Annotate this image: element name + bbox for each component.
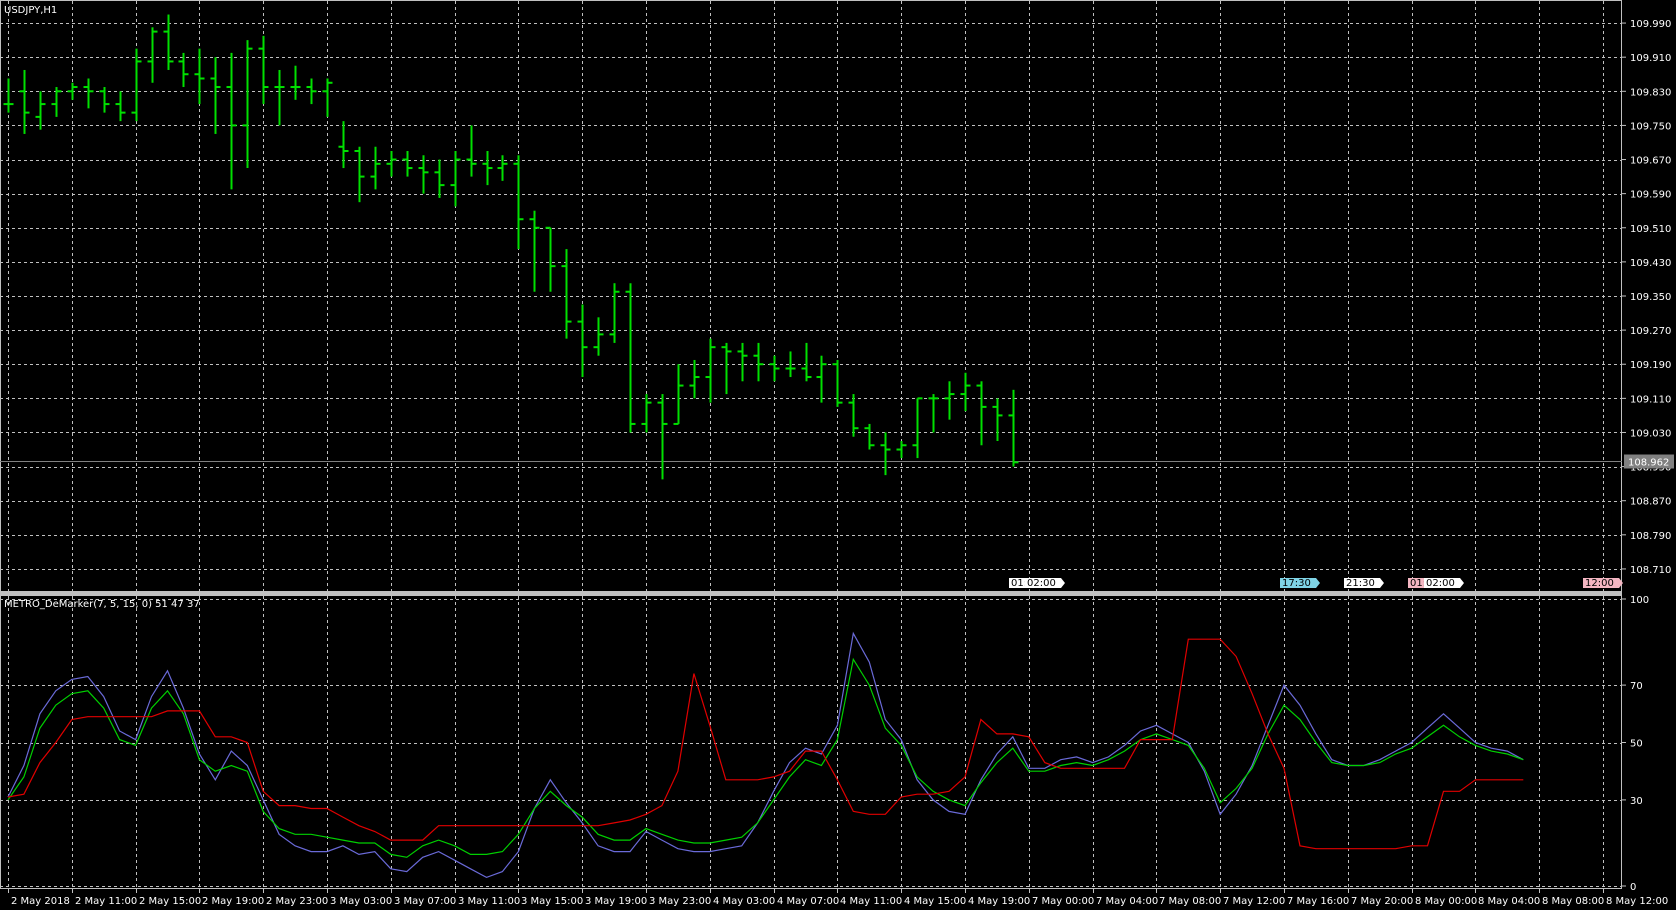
event-marker[interactable]: 17:30 <box>1280 578 1320 589</box>
chart-symbol-title: USDJPY,H1 <box>4 5 57 16</box>
time-axis-label: 4 May 03:00 <box>713 896 775 907</box>
time-axis-label: 3 May 15:00 <box>521 896 583 907</box>
time-axis-label: 7 May 04:00 <box>1096 896 1158 907</box>
price-axis-label: 109.510 <box>1630 224 1671 235</box>
time-axis-label: 3 May 23:00 <box>649 896 711 907</box>
time-axis-label: 8 May 04:00 <box>1478 896 1540 907</box>
price-axis-label: 109.590 <box>1630 190 1671 201</box>
price-axis-label: 109.670 <box>1630 156 1671 167</box>
event-marker-label: 01: <box>1011 578 1027 589</box>
indicator-axis-label: 0 <box>1630 882 1636 893</box>
price-axis-label: 109.910 <box>1630 53 1671 64</box>
time-axis-label: 2 May 2018 <box>11 896 70 907</box>
time-axis-label: 8 May 00:00 <box>1415 896 1477 907</box>
event-marker-label: 01: <box>1410 578 1426 589</box>
event-marker[interactable]: 02:00 <box>1424 578 1464 589</box>
price-axis-label: 109.190 <box>1630 360 1671 371</box>
indicator-axis-label: 30 <box>1630 796 1643 807</box>
time-axis-label: 2 May 23:00 <box>266 896 328 907</box>
time-axis-label: 2 May 11:00 <box>75 896 137 907</box>
event-marker[interactable]: 12:00 <box>1583 578 1623 589</box>
bid-price-label: 108.962 <box>1628 458 1669 469</box>
price-axis-label: 109.990 <box>1630 19 1671 30</box>
time-axis-label: 7 May 12:00 <box>1223 896 1285 907</box>
time-axis-label: 8 May 08:00 <box>1542 896 1604 907</box>
price-axis-label: 109.270 <box>1630 326 1671 337</box>
chart-window[interactable]: 109.990 109.910 109.830 109.750 109.670 109.5… <box>0 0 1676 910</box>
indicator-axis-label: 100 <box>1630 595 1649 606</box>
indicator-title: METRO_DeMarker(7, 5, 15, 0) 51 47 37 <box>4 599 200 610</box>
event-marker[interactable]: 02:00 <box>1025 578 1065 589</box>
indicator-axis-label: 50 <box>1630 739 1643 750</box>
time-axis-label: 7 May 20:00 <box>1351 896 1413 907</box>
time-axis-label: 3 May 07:00 <box>394 896 456 907</box>
event-marker-label: 12:00 <box>1585 578 1614 589</box>
price-axis-label: 109.030 <box>1630 428 1671 439</box>
time-axis-label: 4 May 07:00 <box>777 896 839 907</box>
time-axis-label: 2 May 19:00 <box>202 896 264 907</box>
time-axis-label: 8 May 12:00 <box>1606 896 1668 907</box>
price-axis-label: 109.830 <box>1630 87 1671 98</box>
price-axis-label: 108.710 <box>1630 565 1671 576</box>
time-axis-label: 3 May 19:00 <box>585 896 647 907</box>
price-axis-label: 109.750 <box>1630 121 1671 132</box>
time-axis-label: 4 May 11:00 <box>840 896 902 907</box>
time-axis-label: 7 May 00:00 <box>1032 896 1094 907</box>
price-axis-label: 108.870 <box>1630 497 1671 508</box>
event-marker-label: 21:30 <box>1346 578 1375 589</box>
price-axis-label: 108.790 <box>1630 531 1671 542</box>
price-axis-label: 109.430 <box>1630 258 1671 269</box>
event-marker[interactable]: 21:30 <box>1344 578 1384 589</box>
event-marker-label: 02:00 <box>1027 578 1056 589</box>
time-axis-label: 7 May 16:00 <box>1287 896 1349 907</box>
event-marker-label: 17:30 <box>1282 578 1311 589</box>
time-axis-label: 7 May 08:00 <box>1159 896 1221 907</box>
time-axis-label: 4 May 19:00 <box>968 896 1030 907</box>
event-marker-label: 02:00 <box>1426 578 1455 589</box>
time-axis-label: 4 May 15:00 <box>904 896 966 907</box>
time-axis-label: 3 May 11:00 <box>458 896 520 907</box>
price-axis-label: 109.350 <box>1630 292 1671 303</box>
time-axis-label: 2 May 15:00 <box>139 896 201 907</box>
time-axis-label: 3 May 03:00 <box>330 896 392 907</box>
indicator-axis-label: 70 <box>1630 681 1643 692</box>
price-axis-label: 109.110 <box>1630 394 1671 405</box>
pane-separator[interactable] <box>0 591 1622 595</box>
